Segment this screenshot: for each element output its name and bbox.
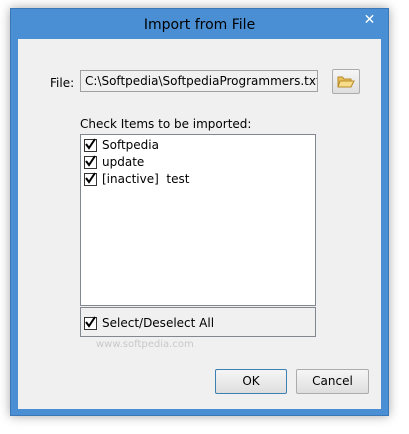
item-label: [inactive] test <box>102 172 190 186</box>
items-section-label: Check Items to be imported: <box>80 117 252 131</box>
check-icon <box>85 154 96 167</box>
check-icon <box>85 137 96 150</box>
close-button[interactable]: ✕ <box>357 10 382 30</box>
window-title: Import from File <box>143 17 256 33</box>
item-checkbox[interactable] <box>84 137 97 152</box>
list-item[interactable]: update <box>84 154 144 170</box>
ok-button[interactable]: OK <box>215 369 287 394</box>
cancel-button[interactable]: Cancel <box>296 369 369 394</box>
browse-button[interactable] <box>332 69 360 94</box>
item-label: Softpedia <box>102 138 159 152</box>
select-all-label: Select/Deselect All <box>102 316 215 330</box>
list-item[interactable]: [inactive] test <box>84 171 189 187</box>
close-icon: ✕ <box>363 12 376 28</box>
watermark: www.softpedia.com <box>96 339 194 350</box>
select-all-checkbox[interactable] <box>84 315 97 330</box>
check-icon <box>85 315 96 328</box>
item-label: update <box>102 155 145 169</box>
items-checklist: Softpedia update [inactive] test <box>80 134 316 306</box>
select-all-group: Select/Deselect All <box>80 307 316 337</box>
check-icon <box>85 171 96 184</box>
item-checkbox[interactable] <box>84 154 97 169</box>
file-path-field[interactable]: C:\Softpedia\SoftpediaProgrammers.txt <box>80 70 318 92</box>
file-label: File: <box>50 76 75 90</box>
dialog-client-area: File: C:\Softpedia\SoftpediaProgrammers.… <box>18 39 381 409</box>
select-all-toggle[interactable]: Select/Deselect All <box>84 315 215 330</box>
item-checkbox[interactable] <box>84 171 97 186</box>
folder-open-icon <box>337 76 355 88</box>
title-bar[interactable]: Import from File ✕ <box>11 9 388 39</box>
list-item[interactable]: Softpedia <box>84 137 159 153</box>
import-dialog-window: Import from File ✕ File: C:\Softpedia\So… <box>10 8 389 416</box>
